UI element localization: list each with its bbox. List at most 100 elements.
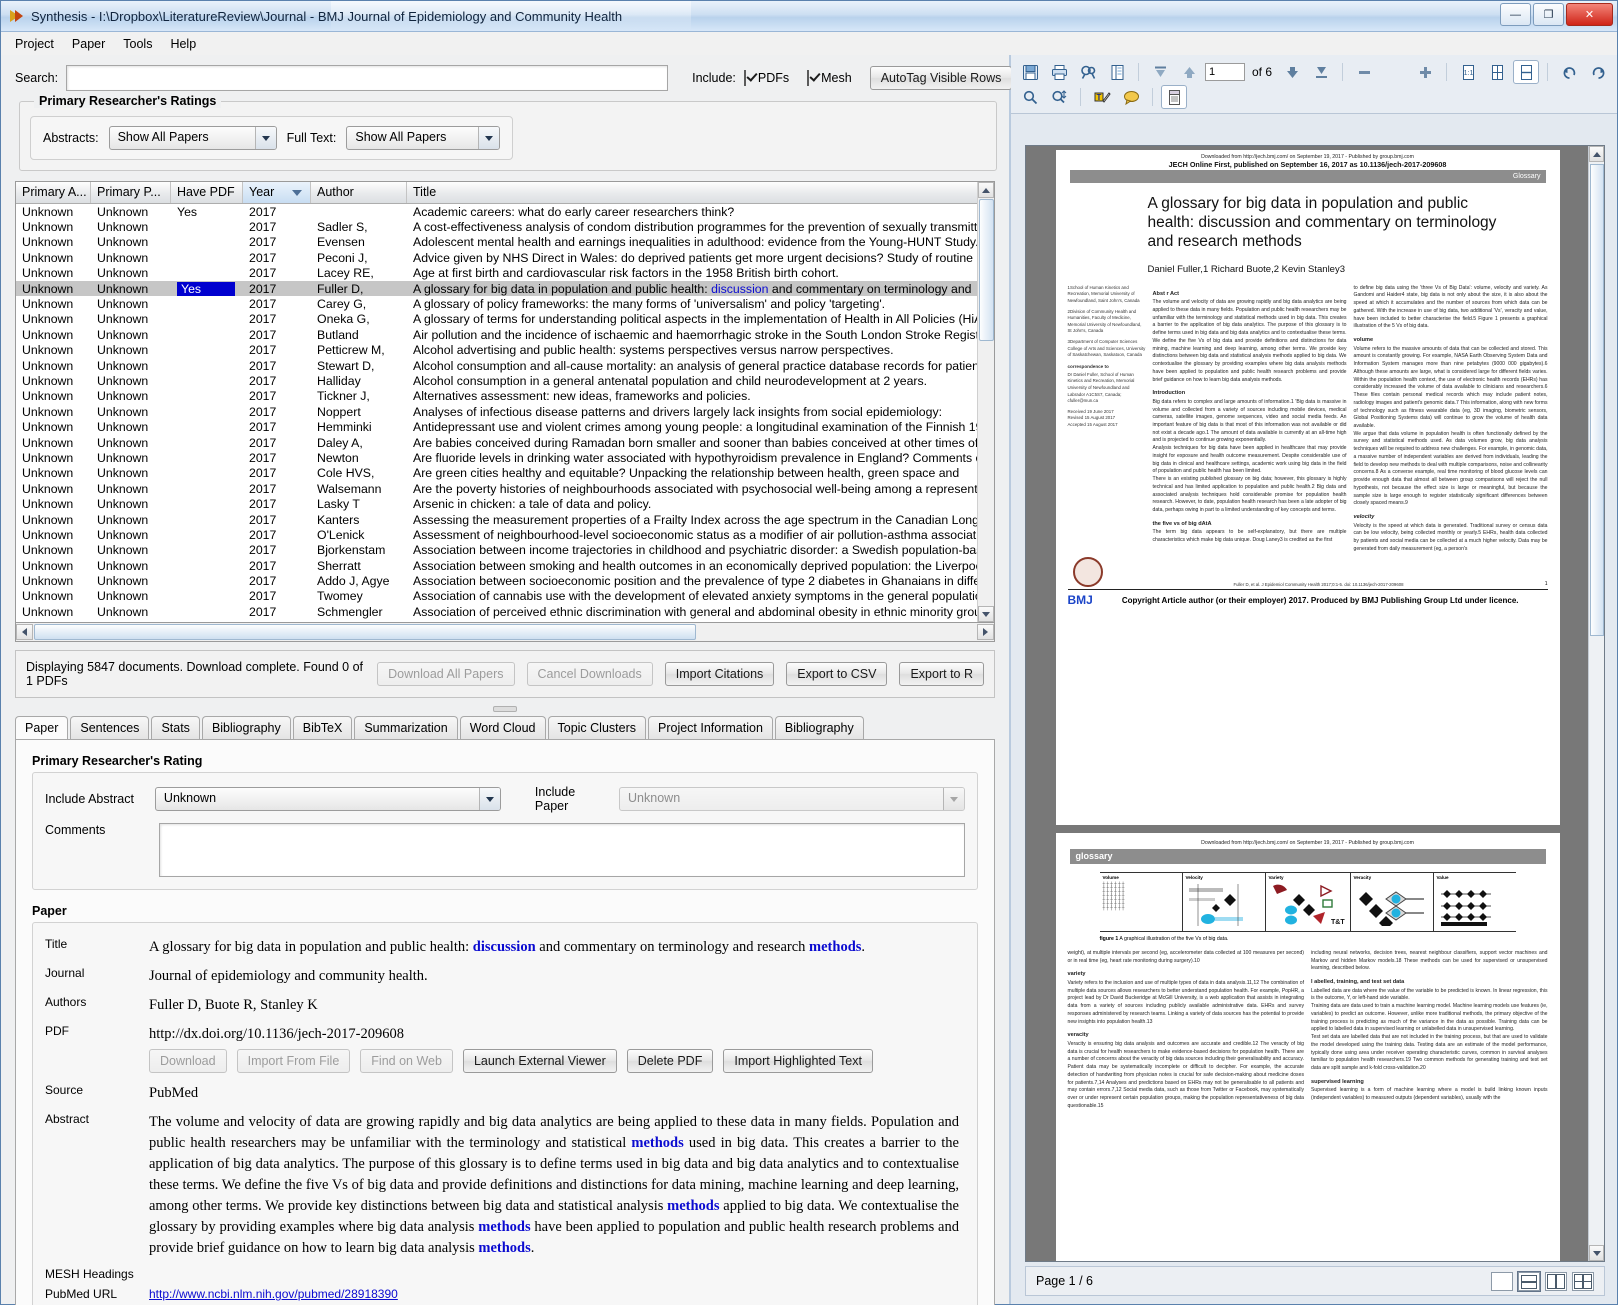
table-row[interactable]: UnknownUnknown2017ButlandAir pollution a… bbox=[16, 327, 994, 342]
scroll-right-button[interactable] bbox=[977, 624, 994, 640]
table-row[interactable]: UnknownUnknown2017EvensenAdolescent ment… bbox=[16, 235, 994, 250]
table-row[interactable]: UnknownUnknown2017KantersAssessing the m… bbox=[16, 512, 994, 527]
pane-splitter[interactable] bbox=[1, 705, 1009, 713]
menu-item-paper[interactable]: Paper bbox=[72, 37, 105, 51]
download-all-papers-button[interactable]: Download All Papers bbox=[377, 662, 514, 686]
page-thumbnails-icon[interactable] bbox=[1104, 60, 1130, 84]
table-row[interactable]: UnknownUnknownYes2017Academic careers: w… bbox=[16, 204, 994, 219]
note-icon[interactable] bbox=[1118, 85, 1144, 109]
pan-icon[interactable] bbox=[1017, 85, 1043, 109]
tab-bibliography[interactable]: Bibliography bbox=[202, 716, 291, 739]
table-horizontal-scrollbar[interactable] bbox=[15, 623, 995, 642]
fit-page-icon[interactable] bbox=[1484, 60, 1510, 84]
table-row[interactable]: UnknownUnknown2017Peconi J,Advice given … bbox=[16, 250, 994, 265]
column-header-author[interactable]: Author bbox=[311, 182, 407, 203]
previous-page-icon[interactable] bbox=[1176, 60, 1202, 84]
tab-summarization[interactable]: Summarization bbox=[354, 716, 457, 739]
window-controls[interactable]: — ❐ ✕ bbox=[1500, 3, 1613, 26]
table-row[interactable]: UnknownUnknown2017HallidayAlcohol consum… bbox=[16, 373, 994, 388]
single-page-view-icon[interactable] bbox=[1491, 1272, 1513, 1291]
tab-word-cloud[interactable]: Word Cloud bbox=[460, 716, 546, 739]
papers-table[interactable]: Primary A... Primary P... Have PDF Year … bbox=[15, 181, 995, 623]
import-from-file-button[interactable]: Import From File bbox=[237, 1049, 351, 1073]
autotag-visible-rows-button[interactable]: AutoTag Visible Rows bbox=[870, 66, 1013, 90]
scroll-down-button[interactable] bbox=[978, 606, 994, 622]
find-icon[interactable] bbox=[1075, 60, 1101, 84]
actual-size-icon[interactable]: 1:1 bbox=[1455, 60, 1481, 84]
download-button[interactable]: Download bbox=[149, 1049, 227, 1073]
close-button[interactable]: ✕ bbox=[1566, 3, 1613, 26]
table-row[interactable]: UnknownUnknown2017Addo J, AgyeAssociatio… bbox=[16, 573, 994, 588]
page-number-input[interactable] bbox=[1205, 63, 1245, 81]
column-header-year[interactable]: Year bbox=[243, 182, 311, 203]
include-abstract-dropdown[interactable]: Unknown bbox=[155, 787, 501, 811]
search-input[interactable] bbox=[66, 65, 668, 91]
pdf-scroll-down-button[interactable] bbox=[1589, 1245, 1604, 1261]
pdf-toolbar-row-1[interactable]: of 6 bbox=[1017, 59, 1611, 85]
two-page-continuous-view-icon[interactable] bbox=[1572, 1272, 1594, 1291]
table-row[interactable]: UnknownUnknown2017Wotton CJ,Associations… bbox=[16, 620, 994, 622]
pdf-toolbar-row-2[interactable]: T bbox=[1017, 85, 1611, 109]
table-row[interactable]: UnknownUnknownYes2017Fuller D,A glossary… bbox=[16, 281, 994, 296]
cancel-downloads-button[interactable]: Cancel Downloads bbox=[527, 662, 653, 686]
table-row[interactable]: UnknownUnknown2017HemminkiAntidepressant… bbox=[16, 419, 994, 434]
tab-bibtex[interactable]: BibTeX bbox=[293, 716, 353, 739]
table-row[interactable]: UnknownUnknown2017SherrattAssociation be… bbox=[16, 558, 994, 573]
first-page-icon[interactable] bbox=[1147, 60, 1173, 84]
print-icon[interactable] bbox=[1046, 60, 1072, 84]
zoom-in-icon[interactable] bbox=[1412, 60, 1438, 84]
column-header-title[interactable]: Title bbox=[407, 182, 994, 203]
pdf-toolbar[interactable]: of 6 bbox=[1011, 55, 1617, 114]
scroll-left-button[interactable] bbox=[16, 624, 33, 640]
page-view-icon[interactable] bbox=[1161, 85, 1187, 109]
menu-bar[interactable]: Project Paper Tools Help bbox=[1, 32, 1617, 56]
table-row[interactable]: UnknownUnknown2017O'LenickAssessment of … bbox=[16, 527, 994, 542]
pdf-scroll-up-button[interactable] bbox=[1589, 146, 1604, 162]
table-row[interactable]: UnknownUnknown2017Cole HVS,Are green cit… bbox=[16, 466, 994, 481]
mesh-checkbox[interactable] bbox=[807, 70, 809, 86]
table-row[interactable]: UnknownUnknown2017Sadler S,A cost-effect… bbox=[16, 219, 994, 234]
last-page-icon[interactable] bbox=[1308, 60, 1334, 84]
highlight-icon[interactable]: T bbox=[1089, 85, 1115, 109]
find-on-web-button[interactable]: Find on Web bbox=[360, 1049, 453, 1073]
scroll-up-button[interactable] bbox=[978, 182, 994, 198]
rotate-ccw-icon[interactable] bbox=[1556, 60, 1582, 84]
export-to-r-button[interactable]: Export to R bbox=[899, 662, 984, 686]
pubmed-url-link[interactable]: http://www.ncbi.nlm.nih.gov/pubmed/28918… bbox=[149, 1287, 398, 1301]
table-row[interactable]: UnknownUnknown2017WalsemannAre the pover… bbox=[16, 481, 994, 496]
tab-bibliography[interactable]: Bibliography bbox=[775, 716, 864, 739]
column-header-primary-p[interactable]: Primary P... bbox=[91, 182, 171, 203]
comments-textarea[interactable] bbox=[159, 823, 965, 877]
import-highlighted-text-button[interactable]: Import Highlighted Text bbox=[723, 1049, 873, 1073]
marquee-zoom-icon[interactable] bbox=[1046, 85, 1072, 109]
table-vertical-scrollbar[interactable] bbox=[977, 182, 994, 622]
splitter-grip[interactable] bbox=[493, 706, 517, 712]
menu-item-help[interactable]: Help bbox=[170, 37, 196, 51]
table-row[interactable]: UnknownUnknown2017Daley A,Are babies con… bbox=[16, 435, 994, 450]
table-row[interactable]: UnknownUnknown2017Tickner J,Alternatives… bbox=[16, 389, 994, 404]
column-header-have-pdf[interactable]: Have PDF bbox=[171, 182, 243, 203]
zoom-out-icon[interactable] bbox=[1351, 60, 1377, 84]
hscrollbar-thumb[interactable] bbox=[34, 624, 696, 640]
table-row[interactable]: UnknownUnknown2017BjorkenstamAssociation… bbox=[16, 543, 994, 558]
fulltext-filter-dropdown[interactable]: Show All Papers bbox=[346, 126, 500, 150]
tab-paper[interactable]: Paper bbox=[15, 716, 68, 740]
menu-item-tools[interactable]: Tools bbox=[123, 37, 152, 51]
table-row[interactable]: UnknownUnknown2017TwomeyAssociation of c… bbox=[16, 589, 994, 604]
column-header-primary-a[interactable]: Primary A... bbox=[16, 182, 91, 203]
pdf-document-area[interactable]: Downloaded from http://jech.bmj.com/ on … bbox=[1025, 145, 1605, 1262]
tab-sentences[interactable]: Sentences bbox=[70, 716, 149, 739]
pdfs-checkbox[interactable] bbox=[744, 70, 746, 86]
tab-stats[interactable]: Stats bbox=[151, 716, 200, 739]
table-row[interactable]: UnknownUnknown2017Carey G,A glossary of … bbox=[16, 296, 994, 311]
table-row[interactable]: UnknownUnknown2017Oneka G,A glossary of … bbox=[16, 312, 994, 327]
two-page-view-icon[interactable] bbox=[1545, 1272, 1567, 1291]
pdf-vertical-scrollbar[interactable] bbox=[1588, 146, 1604, 1261]
tab-topic-clusters[interactable]: Topic Clusters bbox=[548, 716, 647, 739]
export-to-csv-button[interactable]: Export to CSV bbox=[786, 662, 887, 686]
tab-strip[interactable]: PaperSentencesStatsBibliographyBibTeXSum… bbox=[1, 715, 1009, 739]
abstracts-filter-dropdown[interactable]: Show All Papers bbox=[109, 126, 277, 150]
table-row[interactable]: UnknownUnknown2017Stewart D,Alcohol cons… bbox=[16, 358, 994, 373]
table-body[interactable]: UnknownUnknownYes2017Academic careers: w… bbox=[16, 204, 994, 622]
delete-pdf-button[interactable]: Delete PDF bbox=[627, 1049, 714, 1073]
